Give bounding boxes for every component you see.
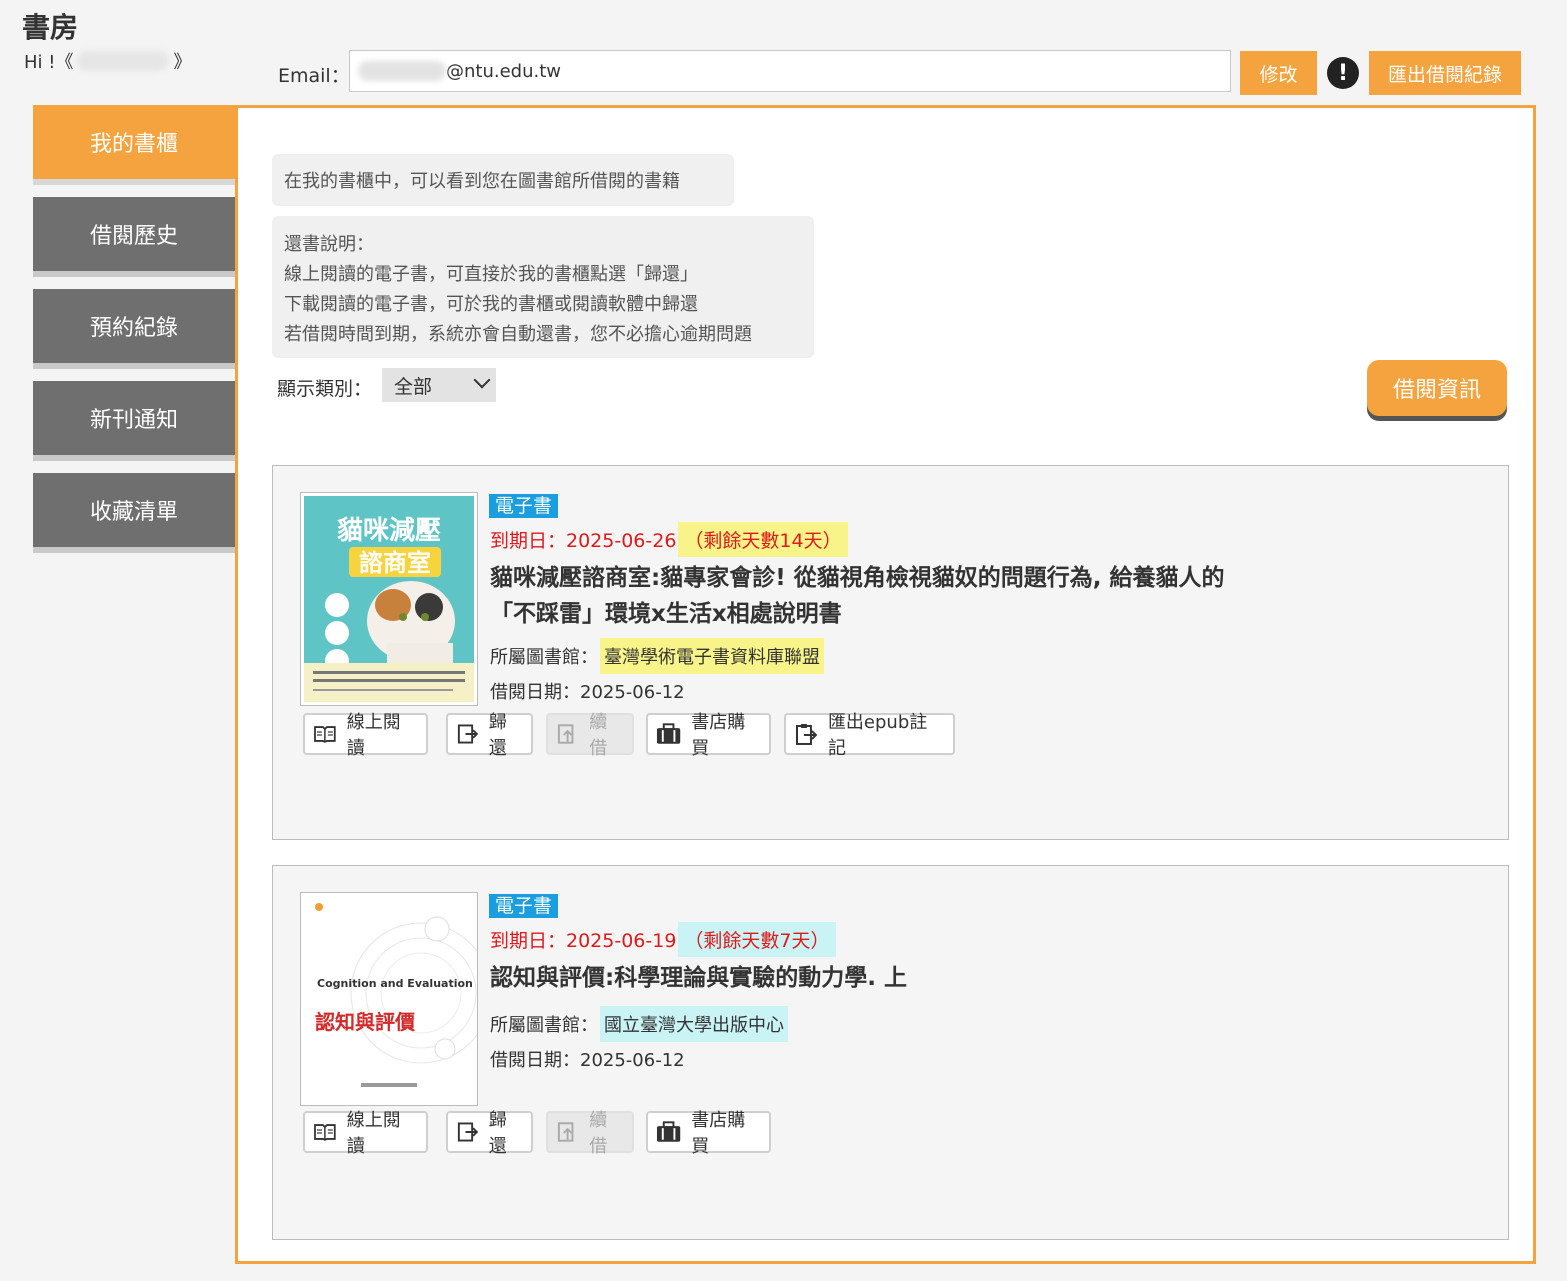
renew-button[interactable]: 續借 xyxy=(546,1110,634,1157)
book-cover-image: 貓咪減壓 諮商室 xyxy=(301,493,477,705)
book-open-icon xyxy=(314,1124,336,1141)
due-date: 到期日：2025-06-19 （剩餘天數7天） xyxy=(490,922,836,957)
due-date-text: 到期日：2025-06-19 xyxy=(490,930,677,952)
read-online-label: 線上閱讀 xyxy=(346,712,401,759)
buy-in-store-button[interactable]: 書店購買 xyxy=(646,1110,771,1157)
return-label: 歸還 xyxy=(488,712,507,759)
renew-label: 續借 xyxy=(589,1110,608,1157)
ebook-tag: 電子書 xyxy=(489,894,559,918)
email-label: Email： xyxy=(278,65,350,87)
return-label: 歸還 xyxy=(488,1110,507,1157)
borrow-date: 借閱日期：2025-06-12 xyxy=(490,682,685,703)
modify-button[interactable]: 修改 xyxy=(1240,51,1317,95)
return-icon xyxy=(457,1122,479,1142)
book-title[interactable]: 認知與評價:科學理論與實驗的動力學. 上 xyxy=(490,960,1310,996)
cover-title-1: 貓咪減壓 xyxy=(337,516,441,546)
intro-note: 在我的書櫃中，可以看到您在圖書館所借閱的書籍 xyxy=(272,154,734,206)
clipboard-export-icon xyxy=(795,724,818,745)
book-title-line: 「不踩雷」環境x生活x相處說明書 xyxy=(490,601,842,627)
email-field[interactable]: @ntu.edu.tw xyxy=(349,50,1231,92)
read-online-button[interactable]: 線上閱讀 xyxy=(303,1110,428,1157)
due-date-text: 到期日：2025-06-26 xyxy=(490,530,677,552)
greeting-suffix: 》 xyxy=(173,52,192,73)
return-notes: 還書說明： 線上閱讀的電子書，可直接於我的書櫃點選「歸還」 下載閱讀的電子書，可… xyxy=(272,216,814,358)
email-user-blurred xyxy=(358,61,446,81)
return-note-line: 下載閱讀的電子書，可於我的書櫃或閱讀軟體中歸還 xyxy=(284,294,698,315)
category-select-value: 全部 xyxy=(394,375,433,398)
library-label: 所屬圖書館： xyxy=(490,647,598,668)
book-open-icon xyxy=(314,726,336,743)
category-select[interactable]: 全部 xyxy=(382,368,496,402)
greeting: Hi !《 》 xyxy=(24,48,191,74)
remaining-days-badge: （剩餘天數7天） xyxy=(678,922,836,957)
book-title[interactable]: 貓咪減壓諮商室:貓專家會診! 從貓視角檢視貓奴的問題行為, 給養貓人的 「不踩雷… xyxy=(490,560,1310,632)
filter-label: 顯示類別： xyxy=(277,378,373,400)
book-cover-image: Cognition and Evaluation 認知與評價 xyxy=(301,893,477,1105)
book-cover[interactable]: 貓咪減壓 諮商室 xyxy=(300,492,478,706)
library-row: 所屬圖書館： 國立臺灣大學出版中心 xyxy=(490,1006,788,1042)
ebook-tag: 電子書 xyxy=(489,494,559,518)
library-name: 國立臺灣大學出版中心 xyxy=(600,1006,788,1042)
briefcase-icon xyxy=(656,1121,681,1142)
cover-title-2: 諮商室 xyxy=(359,549,431,577)
return-note-line: 若借閱時間到期，系統亦會自動還書，您不必擔心逾期問題 xyxy=(284,324,752,345)
cover-title-en: Cognition and Evaluation xyxy=(317,977,473,990)
buy-in-store-label: 書店購買 xyxy=(691,1110,746,1157)
renew-icon xyxy=(557,724,574,744)
chevron-down-icon xyxy=(473,371,491,389)
book-card: 貓咪減壓 諮商室 電子書 到期日：2025-06-26 （剩餘天數14天） 貓咪… xyxy=(272,465,1509,840)
sidebar-item-favorites[interactable]: 收藏清單 xyxy=(33,473,235,553)
library-row: 所屬圖書館： 臺灣學術電子書資料庫聯盟 xyxy=(490,638,824,674)
cover-title-zh: 認知與評價 xyxy=(315,1010,416,1034)
return-button[interactable]: 歸還 xyxy=(446,1110,533,1157)
export-epub-notes-button[interactable]: 匯出epub註記 xyxy=(784,712,955,759)
username-blurred xyxy=(77,51,170,71)
book-title-line: 貓咪減壓諮商室:貓專家會診! 從貓視角檢視貓奴的問題行為, 給養貓人的 xyxy=(490,565,1225,591)
page-title: 書房 xyxy=(22,11,79,44)
warning-icon[interactable]: ! xyxy=(1327,57,1359,89)
book-title-line: 認知與評價:科學理論與實驗的動力學. 上 xyxy=(490,965,907,991)
due-date: 到期日：2025-06-26 （剩餘天數14天） xyxy=(490,522,848,557)
library-label: 所屬圖書館： xyxy=(490,1015,598,1036)
book-cover[interactable]: Cognition and Evaluation 認知與評價 xyxy=(300,892,478,1106)
read-online-button[interactable]: 線上閱讀 xyxy=(303,712,428,759)
read-online-label: 線上閱讀 xyxy=(346,1110,401,1157)
export-epub-notes-label: 匯出epub註記 xyxy=(827,712,928,759)
sidebar-item-borrow-history[interactable]: 借閱歷史 xyxy=(33,197,235,277)
return-button[interactable]: 歸還 xyxy=(446,712,533,759)
email-domain: @ntu.edu.tw xyxy=(446,60,562,82)
greeting-prefix: Hi !《 xyxy=(24,52,74,73)
library-name: 臺灣學術電子書資料庫聯盟 xyxy=(600,638,824,674)
renew-button[interactable]: 續借 xyxy=(546,712,634,759)
return-icon xyxy=(457,724,479,744)
sidebar-item-new-notices[interactable]: 新刊通知 xyxy=(33,381,235,461)
buy-in-store-button[interactable]: 書店購買 xyxy=(646,712,771,759)
book-card: Cognition and Evaluation 認知與評價 電子書 到期日：2… xyxy=(272,865,1509,1240)
main-panel: 在我的書櫃中，可以看到您在圖書館所借閱的書籍 還書說明： 線上閱讀的電子書，可直… xyxy=(235,105,1536,1264)
sidebar-item-reservations[interactable]: 預約紀錄 xyxy=(33,289,235,369)
buy-in-store-label: 書店購買 xyxy=(691,712,746,759)
return-note-line: 還書說明： xyxy=(284,234,374,255)
borrow-date: 借閱日期：2025-06-12 xyxy=(490,1050,685,1071)
borrow-info-button[interactable]: 借閱資訊 xyxy=(1367,360,1507,416)
renew-label: 續借 xyxy=(589,712,608,759)
sidebar-item-my-shelf[interactable]: 我的書櫃 xyxy=(33,105,235,185)
export-history-button[interactable]: 匯出借閱紀錄 xyxy=(1369,51,1521,95)
return-note-line: 線上閱讀的電子書，可直接於我的書櫃點選「歸還」 xyxy=(284,264,698,285)
renew-icon xyxy=(557,1122,574,1142)
remaining-days-badge: （剩餘天數14天） xyxy=(678,522,848,557)
briefcase-icon xyxy=(656,723,681,744)
